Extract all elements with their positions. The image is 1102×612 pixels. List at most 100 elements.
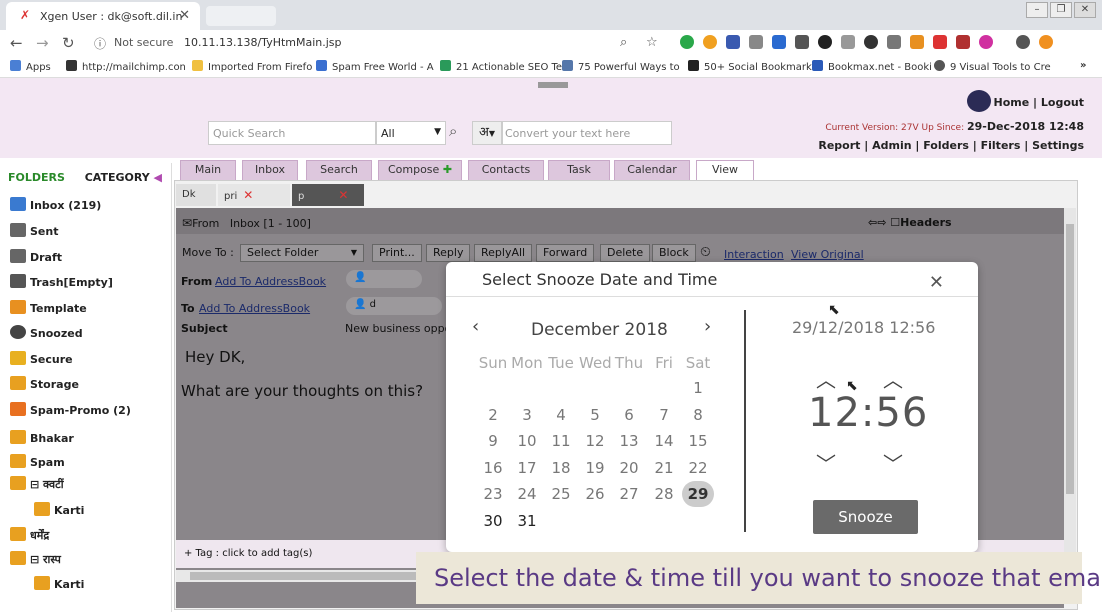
calendar-day[interactable]: 8 (682, 402, 714, 428)
nav-arrows-icon[interactable]: ⇦⇨ (868, 216, 886, 229)
home-link[interactable]: Home (994, 96, 1030, 109)
calendar-day[interactable]: 31 (511, 508, 543, 534)
calendar-day[interactable]: 24 (511, 481, 543, 507)
interaction-link[interactable]: Interaction (724, 248, 784, 261)
block-button[interactable]: Block (652, 244, 696, 262)
folder-inbox[interactable]: Inbox (219) (10, 197, 101, 212)
url-text[interactable]: 10.11.13.138/TyHtmMain.jsp (184, 36, 342, 49)
search-icon[interactable]: ⌕ (449, 122, 457, 140)
calendar-day[interactable]: 26 (579, 481, 611, 507)
close-icon[interactable]: ✕ (338, 188, 348, 202)
more-bookmarks-icon[interactable]: » (1080, 60, 1086, 71)
category-group[interactable]: ⊟ क्वटीं (10, 476, 64, 492)
avatar[interactable] (967, 90, 991, 112)
profile-icon[interactable] (1016, 35, 1030, 49)
settings-link[interactable]: Settings (1032, 139, 1084, 152)
calendar-day[interactable]: 7 (648, 402, 680, 428)
minute-down-icon[interactable]: ﹀ (883, 448, 903, 477)
calendar-day[interactable]: 25 (545, 481, 577, 507)
folder-draft[interactable]: Draft (10, 249, 62, 264)
calendar-day[interactable]: 30 (477, 508, 509, 534)
bookmark-star-icon[interactable]: ☆ (646, 35, 658, 50)
tab-view[interactable]: View (696, 160, 754, 180)
folder-snoozed[interactable]: Snoozed (10, 325, 83, 340)
language-button[interactable]: अ▼ (472, 121, 502, 145)
horizontal-scroll-thumb[interactable] (190, 572, 430, 580)
calendar-day[interactable]: 6 (613, 402, 645, 428)
folder-spam-promo[interactable]: Spam-Promo (2) (10, 402, 131, 417)
restore-icon[interactable]: ❐ (1050, 2, 1072, 18)
reply-all-button[interactable]: ReplyAll (474, 244, 533, 262)
collapse-arrow-icon[interactable]: ◀ (154, 171, 162, 184)
add-to-addressbook-link[interactable]: Add To AddressBook (215, 275, 326, 288)
calendar-day[interactable]: 1 (682, 375, 714, 401)
calendar-day[interactable]: 10 (511, 428, 543, 454)
calendar-day[interactable]: 23 (477, 481, 509, 507)
calendar-day[interactable]: 4 (545, 402, 577, 428)
close-dialog-icon[interactable]: ✕ (929, 272, 944, 293)
recipient-chip[interactable]: 👤 d (346, 297, 442, 315)
tab-compose[interactable]: Compose ✚ (378, 160, 462, 180)
quick-search-input[interactable]: Quick Search (208, 121, 376, 145)
folders-link[interactable]: Folders (923, 139, 969, 152)
calendar-day[interactable]: 15 (682, 428, 714, 454)
calendar-day[interactable]: 2 (477, 402, 509, 428)
omnibox[interactable]: ⓘ Not secure 10.11.13.138/TyHtmMain.jsp … (90, 32, 670, 54)
category-group[interactable]: ⊟ रास्प (10, 551, 61, 567)
calendar-day[interactable]: 9 (477, 428, 509, 454)
bookmark-item[interactable]: 9 Visual Tools to Cre (934, 60, 1051, 73)
calendar-day[interactable]: 22 (682, 455, 714, 481)
bookmark-item[interactable]: 75 Powerful Ways to (562, 60, 680, 73)
folder-trash[interactable]: Trash[Empty] (10, 274, 113, 289)
hour-value[interactable]: 12 (808, 390, 861, 436)
tab-search[interactable]: Search (306, 160, 372, 180)
extension-icon[interactable] (956, 35, 970, 49)
category-dharmendra[interactable]: धर्मेंद्र (10, 527, 49, 543)
calendar-day[interactable]: 19 (579, 455, 611, 481)
subtab-email[interactable]: pri ✕ (218, 184, 290, 206)
minute-value[interactable]: 56 (875, 390, 928, 436)
logout-link[interactable]: Logout (1041, 96, 1084, 109)
hour-down-icon[interactable]: ﹀ (816, 448, 836, 477)
forward-button[interactable]: Forward (536, 244, 595, 262)
extension-icon[interactable] (818, 35, 832, 49)
close-window-icon[interactable]: ✕ (1074, 2, 1096, 18)
hour-up-icon[interactable]: ︿ (816, 364, 836, 393)
tab-main[interactable]: Main (180, 160, 236, 180)
extension-icon[interactable] (726, 35, 740, 49)
back-icon[interactable]: ← (10, 34, 23, 52)
minute-up-icon[interactable]: ︿ (883, 364, 903, 393)
extension-icon[interactable] (703, 35, 717, 49)
info-icon[interactable]: ⓘ (94, 35, 106, 52)
calendar-day[interactable]: 20 (613, 455, 645, 481)
folder-sent[interactable]: Sent (10, 223, 58, 238)
calendar-day-selected[interactable]: 29 (682, 481, 714, 507)
subtab-email-active[interactable]: p ✕ (292, 184, 364, 206)
tab-contacts[interactable]: Contacts (468, 160, 544, 180)
extension-icon[interactable] (979, 35, 993, 49)
folder-secure[interactable]: Secure (10, 351, 73, 366)
folder-storage[interactable]: Storage (10, 376, 79, 391)
tab-inbox[interactable]: Inbox (242, 160, 298, 180)
calendar-day[interactable]: 13 (613, 428, 645, 454)
category-heading[interactable]: CATEGORY ◀ (85, 171, 162, 184)
select-folder-dropdown[interactable]: Select Folder ▼ (240, 244, 364, 262)
extension-icon[interactable] (864, 35, 878, 49)
new-tab-button[interactable] (206, 6, 276, 26)
extension-icon[interactable] (841, 35, 855, 49)
next-month-icon[interactable]: › (704, 316, 711, 337)
reply-button[interactable]: Reply (426, 244, 471, 262)
bookmark-item[interactable]: 21 Actionable SEO Te (440, 60, 562, 73)
calendar-day[interactable]: 28 (648, 481, 680, 507)
bookmark-item[interactable]: http://mailchimp.con (66, 60, 186, 73)
category-karti[interactable]: Karti (34, 502, 84, 517)
add-tag-link[interactable]: + Tag : click to add tag(s) (184, 548, 312, 559)
convert-text-input[interactable]: Convert your text here (502, 121, 672, 145)
admin-link[interactable]: Admin (872, 139, 911, 152)
calendar-day[interactable]: 21 (648, 455, 680, 481)
bookmark-item[interactable]: Spam Free World - A (316, 60, 434, 73)
category-spam[interactable]: Spam (10, 454, 65, 469)
minimize-icon[interactable]: – (1026, 2, 1048, 18)
tab-task[interactable]: Task (548, 160, 610, 180)
bookmark-folder[interactable]: Imported From Firefo (192, 60, 312, 73)
